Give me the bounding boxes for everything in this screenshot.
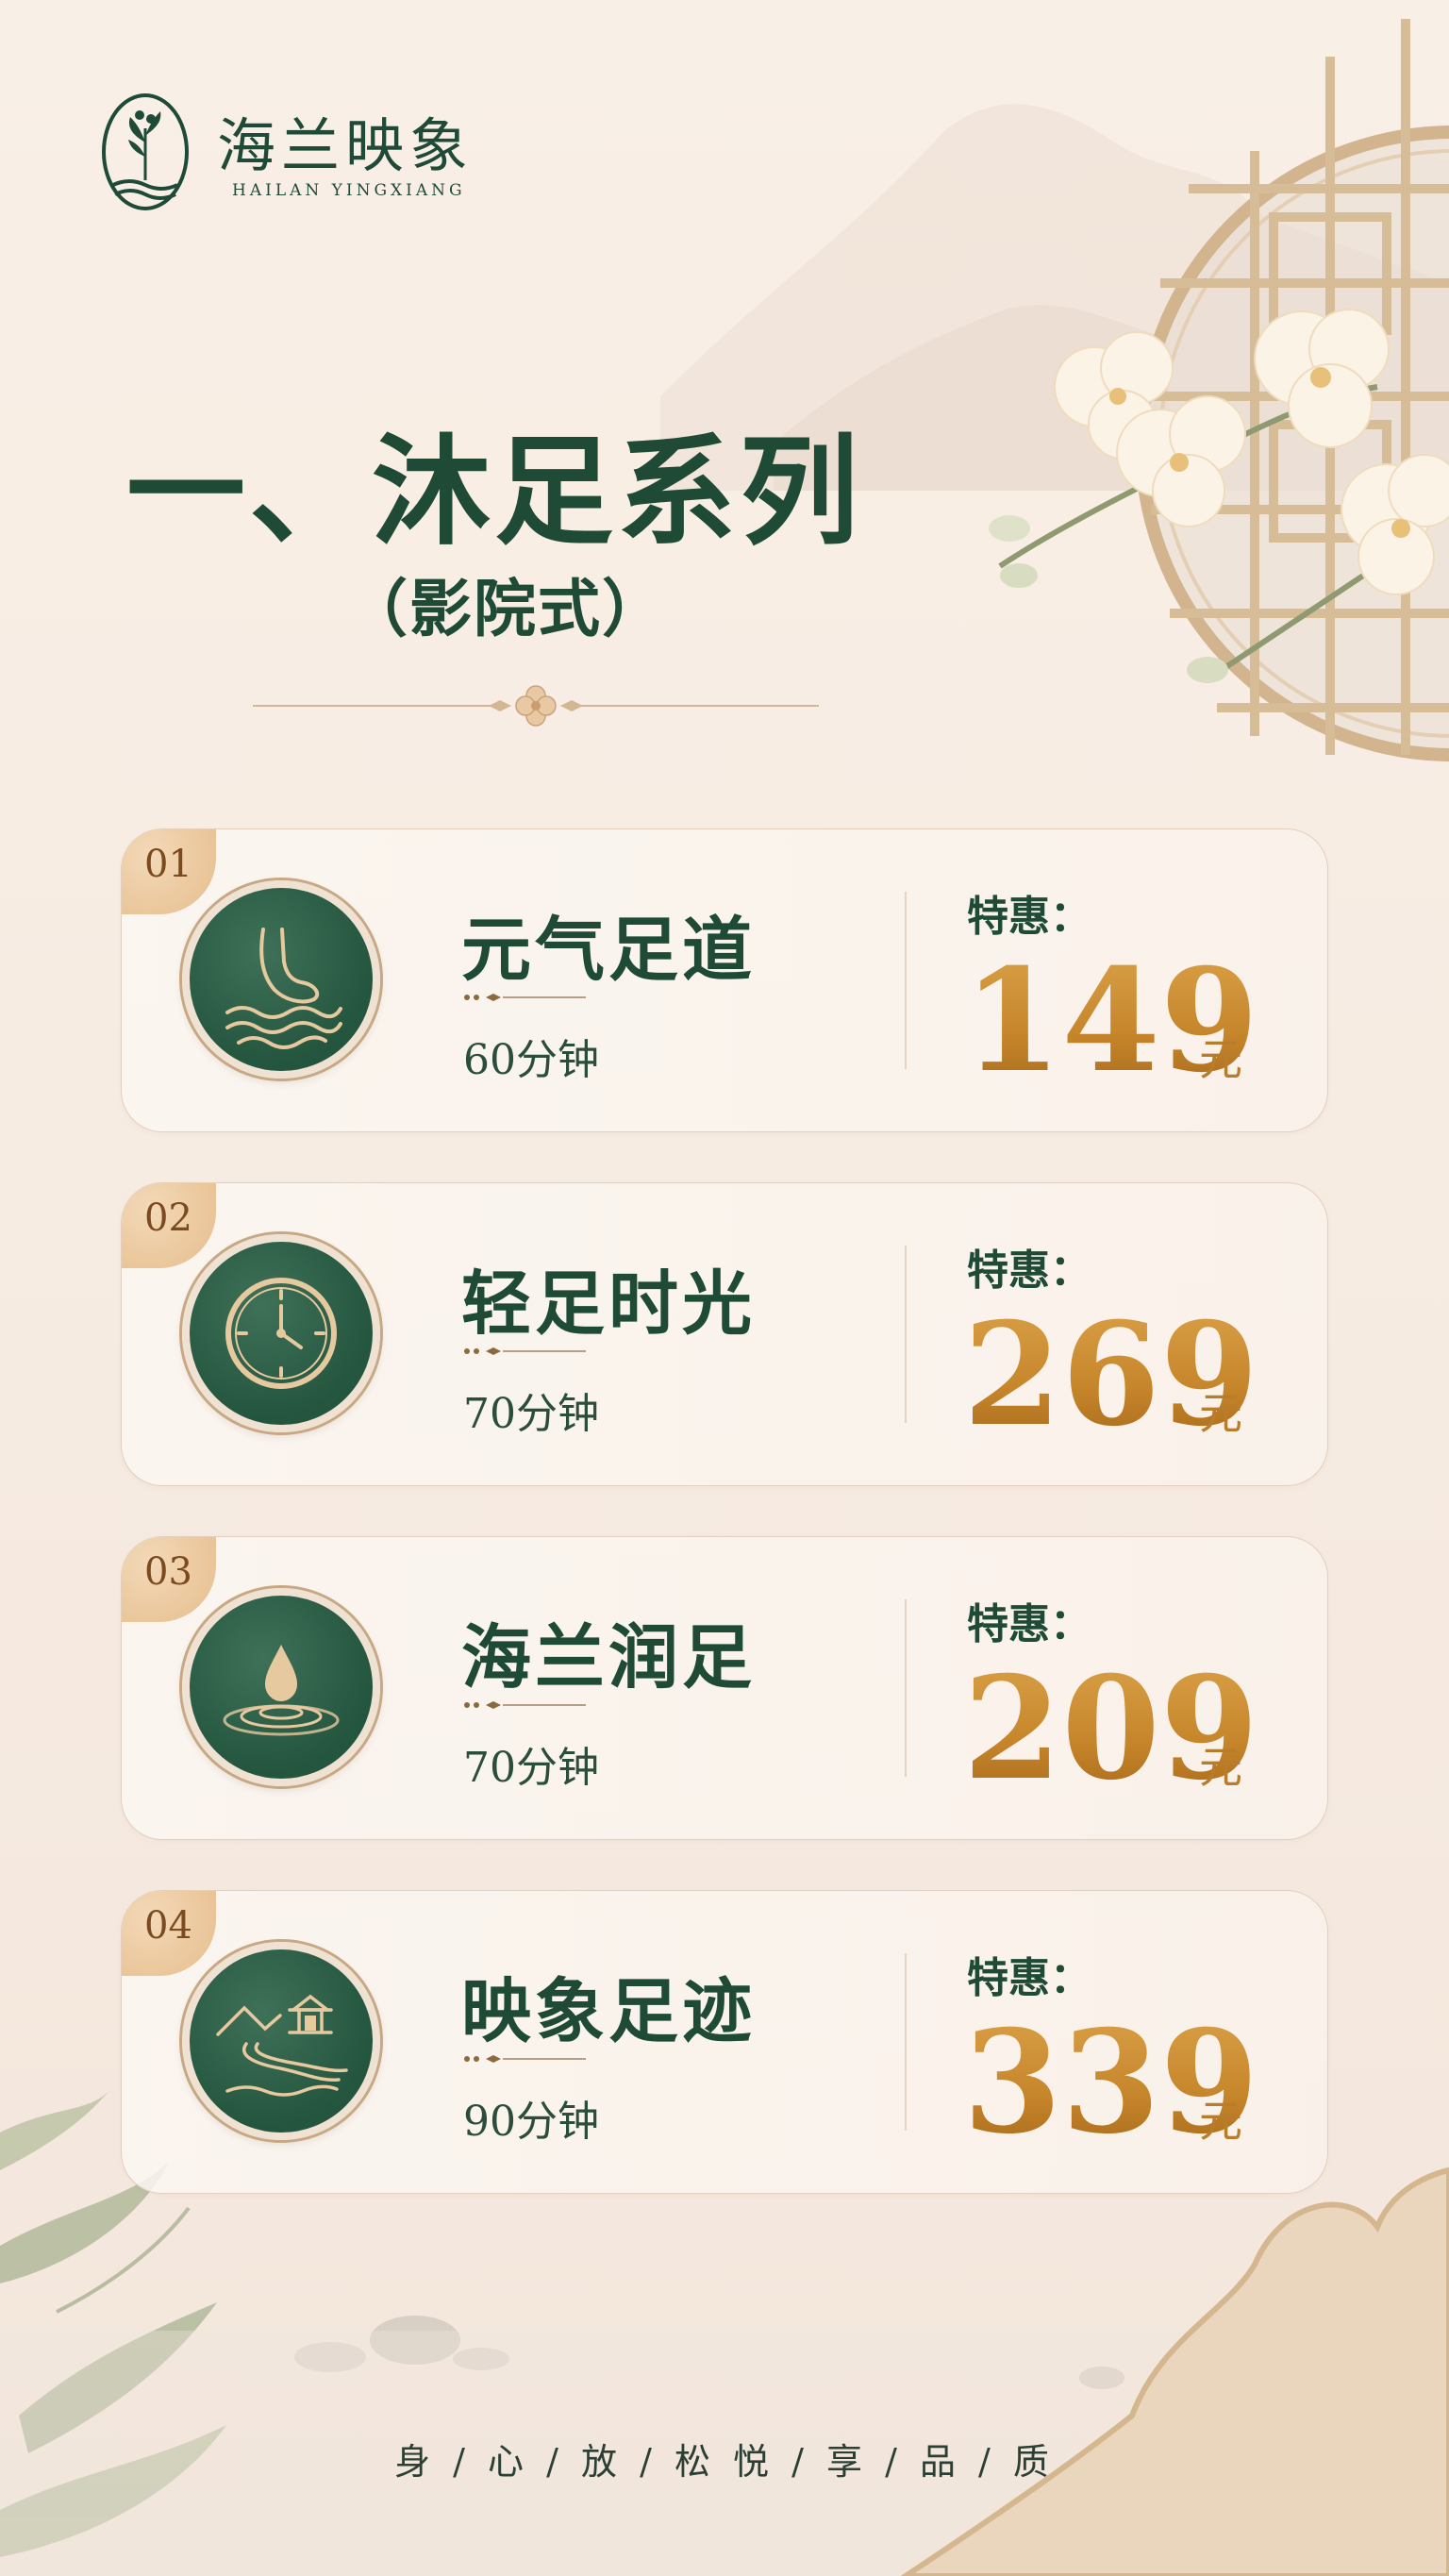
service-duration: 60分钟 — [463, 1036, 599, 1084]
ornament-line — [464, 1701, 586, 1709]
price-unit: 元 — [1199, 1742, 1242, 1793]
service-card[interactable]: 03 海兰润足 70分钟 特惠： 209 元 — [121, 1536, 1328, 1840]
water-drop-icon — [182, 1588, 380, 1786]
service-card[interactable]: 04 映象足迹 90分钟 特惠： 339 元 — [121, 1890, 1328, 2194]
badge-number: 03 — [144, 1550, 192, 1594]
badge-number: 02 — [144, 1196, 192, 1240]
price-unit: 元 — [1199, 2096, 1242, 2147]
vertical-divider — [905, 1246, 907, 1423]
pavilion-river-icon — [182, 1942, 380, 2140]
foot-water-icon — [182, 880, 380, 1079]
clock-icon — [182, 1234, 380, 1432]
price-label: 特惠： — [967, 1246, 1091, 1295]
service-name: 轻足时光 — [461, 1263, 756, 1345]
service-duration: 90分钟 — [463, 2098, 599, 2146]
service-name: 映象足迹 — [461, 1971, 756, 2052]
brand-subtitle: HAILAN YINGXIANG — [232, 181, 466, 200]
vertical-divider — [905, 1953, 907, 2131]
ornament-line — [464, 2055, 586, 2063]
service-card[interactable]: 01 元气足道 60分钟 特惠： 149 元 — [121, 828, 1328, 1132]
footer-slogan: 身 / 心 / 放 / 松 悦 / 享 / 品 / 质 — [394, 2441, 1055, 2483]
badge-number: 01 — [144, 843, 192, 886]
service-duration: 70分钟 — [463, 1390, 599, 1438]
title-divider — [253, 685, 819, 727]
vertical-divider — [905, 1599, 907, 1777]
service-name: 海兰润足 — [461, 1617, 756, 1698]
brand-name: 海兰映象 — [217, 111, 475, 180]
service-card[interactable]: 02 轻足时光 70分钟 特惠： 269 元 — [121, 1182, 1328, 1486]
ornament-line — [464, 994, 586, 1001]
ornament-line — [464, 1347, 586, 1355]
menu-page: 海兰映象 HAILAN YINGXIANG 一、沐足系列 （影院式） 01 元气… — [0, 0, 1449, 2576]
service-duration: 70分钟 — [463, 1744, 599, 1792]
price-label: 特惠： — [967, 893, 1091, 941]
price-label: 特惠： — [967, 1600, 1091, 1648]
vertical-divider — [905, 892, 907, 1069]
price-unit: 元 — [1199, 1034, 1242, 1085]
price-label: 特惠： — [967, 1954, 1091, 2002]
service-name: 元气足道 — [461, 910, 756, 991]
brand-logo-icon — [102, 93, 189, 210]
badge-number: 04 — [144, 1904, 192, 1948]
section-title: 一、沐足系列 — [126, 422, 862, 561]
price-unit: 元 — [1199, 1388, 1242, 1439]
section-subtitle: （影院式） — [345, 572, 666, 645]
